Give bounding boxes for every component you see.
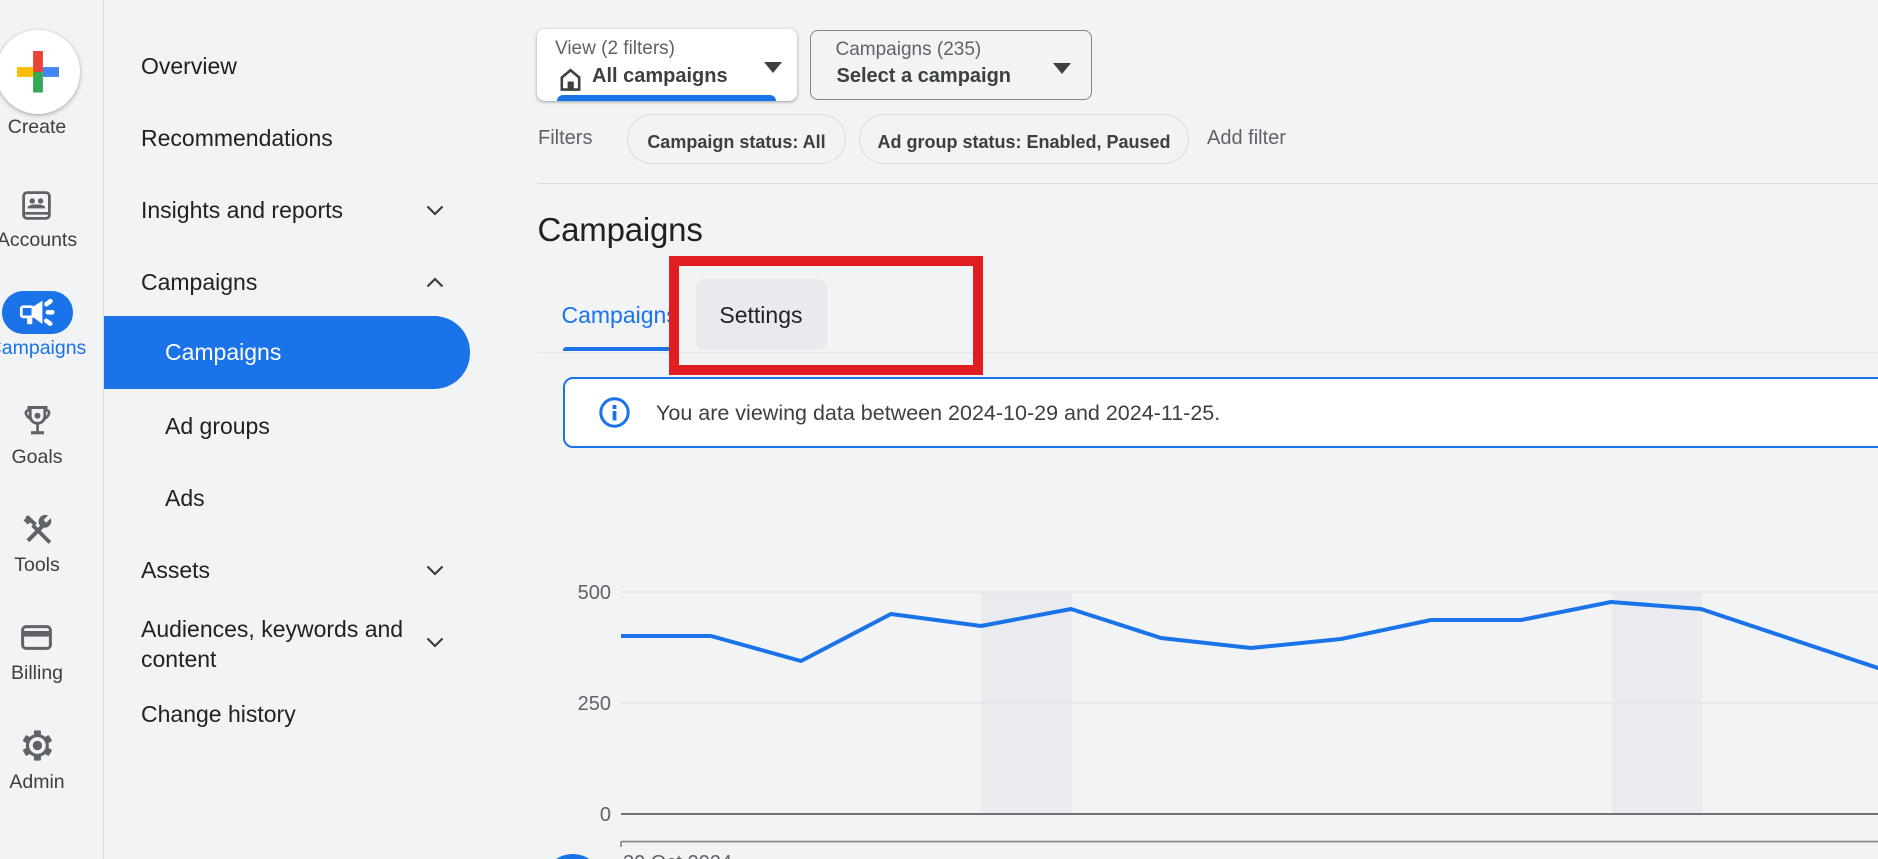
svg-text:30 Oct 2024: 30 Oct 2024 <box>623 852 732 859</box>
svg-text:500: 500 <box>578 582 611 604</box>
svg-text:250: 250 <box>578 693 611 715</box>
svg-text:0: 0 <box>600 804 611 826</box>
